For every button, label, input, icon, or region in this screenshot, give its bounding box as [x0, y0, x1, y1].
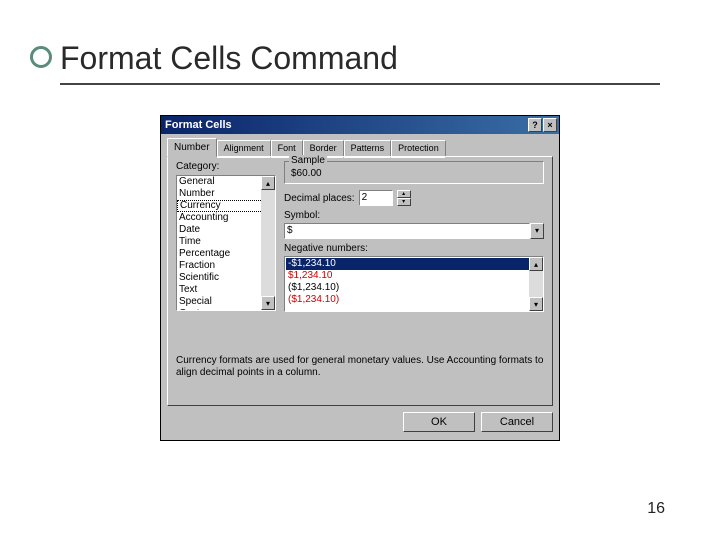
category-listbox[interactable]: General Number Currency Accounting Date …: [176, 175, 276, 311]
tab-strip: Number Alignment Font Border Patterns Pr…: [161, 134, 559, 156]
title-underline: [60, 83, 660, 85]
dialog-title: Format Cells: [163, 119, 527, 131]
slide-title: Format Cells Command: [60, 40, 660, 77]
negative-listbox[interactable]: -$1,234.10 $1,234.10 ($1,234.10) ($1,234…: [284, 256, 544, 312]
slide-number: 16: [647, 500, 665, 518]
format-description: Currency formats are used for general mo…: [176, 355, 544, 379]
help-button[interactable]: ?: [528, 118, 542, 132]
negative-item-0[interactable]: -$1,234.10: [286, 258, 542, 270]
sample-label: Sample: [289, 155, 327, 166]
negative-scrollbar[interactable]: ▴ ▾: [529, 257, 543, 311]
negative-label: Negative numbers:: [284, 243, 544, 254]
tab-number[interactable]: Number: [167, 138, 217, 157]
category-label: Category:: [176, 161, 219, 172]
decimal-places-input[interactable]: 2: [359, 190, 393, 206]
tab-panel-number: Category: General Number Currency Accoun…: [167, 156, 553, 406]
decimal-places-label: Decimal places:: [284, 193, 355, 204]
symbol-input[interactable]: $: [284, 223, 530, 239]
close-button[interactable]: ×: [543, 118, 557, 132]
decimal-up-button[interactable]: ▴: [397, 190, 411, 198]
cancel-button[interactable]: Cancel: [481, 412, 553, 432]
negative-item-1[interactable]: $1,234.10: [286, 270, 542, 282]
ok-button[interactable]: OK: [403, 412, 475, 432]
format-cells-dialog: Format Cells ? × Number Alignment Font B…: [160, 115, 560, 441]
negative-item-2[interactable]: ($1,234.10): [286, 282, 542, 294]
symbol-dropdown-button[interactable]: ▾: [530, 223, 544, 239]
decimal-down-button[interactable]: ▾: [397, 198, 411, 206]
sample-value: $60.00: [291, 168, 322, 179]
category-scrollbar[interactable]: ▴ ▾: [261, 176, 275, 310]
scroll-up-icon[interactable]: ▴: [261, 176, 275, 190]
scroll-up-icon[interactable]: ▴: [529, 257, 543, 271]
scroll-down-icon[interactable]: ▾: [529, 297, 543, 311]
slide-bullet-icon: [30, 46, 52, 68]
symbol-label: Symbol:: [284, 210, 544, 221]
scroll-down-icon[interactable]: ▾: [261, 296, 275, 310]
sample-group: Sample $60.00: [284, 161, 544, 184]
dialog-titlebar[interactable]: Format Cells ? ×: [161, 116, 559, 134]
negative-item-3[interactable]: ($1,234.10): [286, 294, 542, 306]
